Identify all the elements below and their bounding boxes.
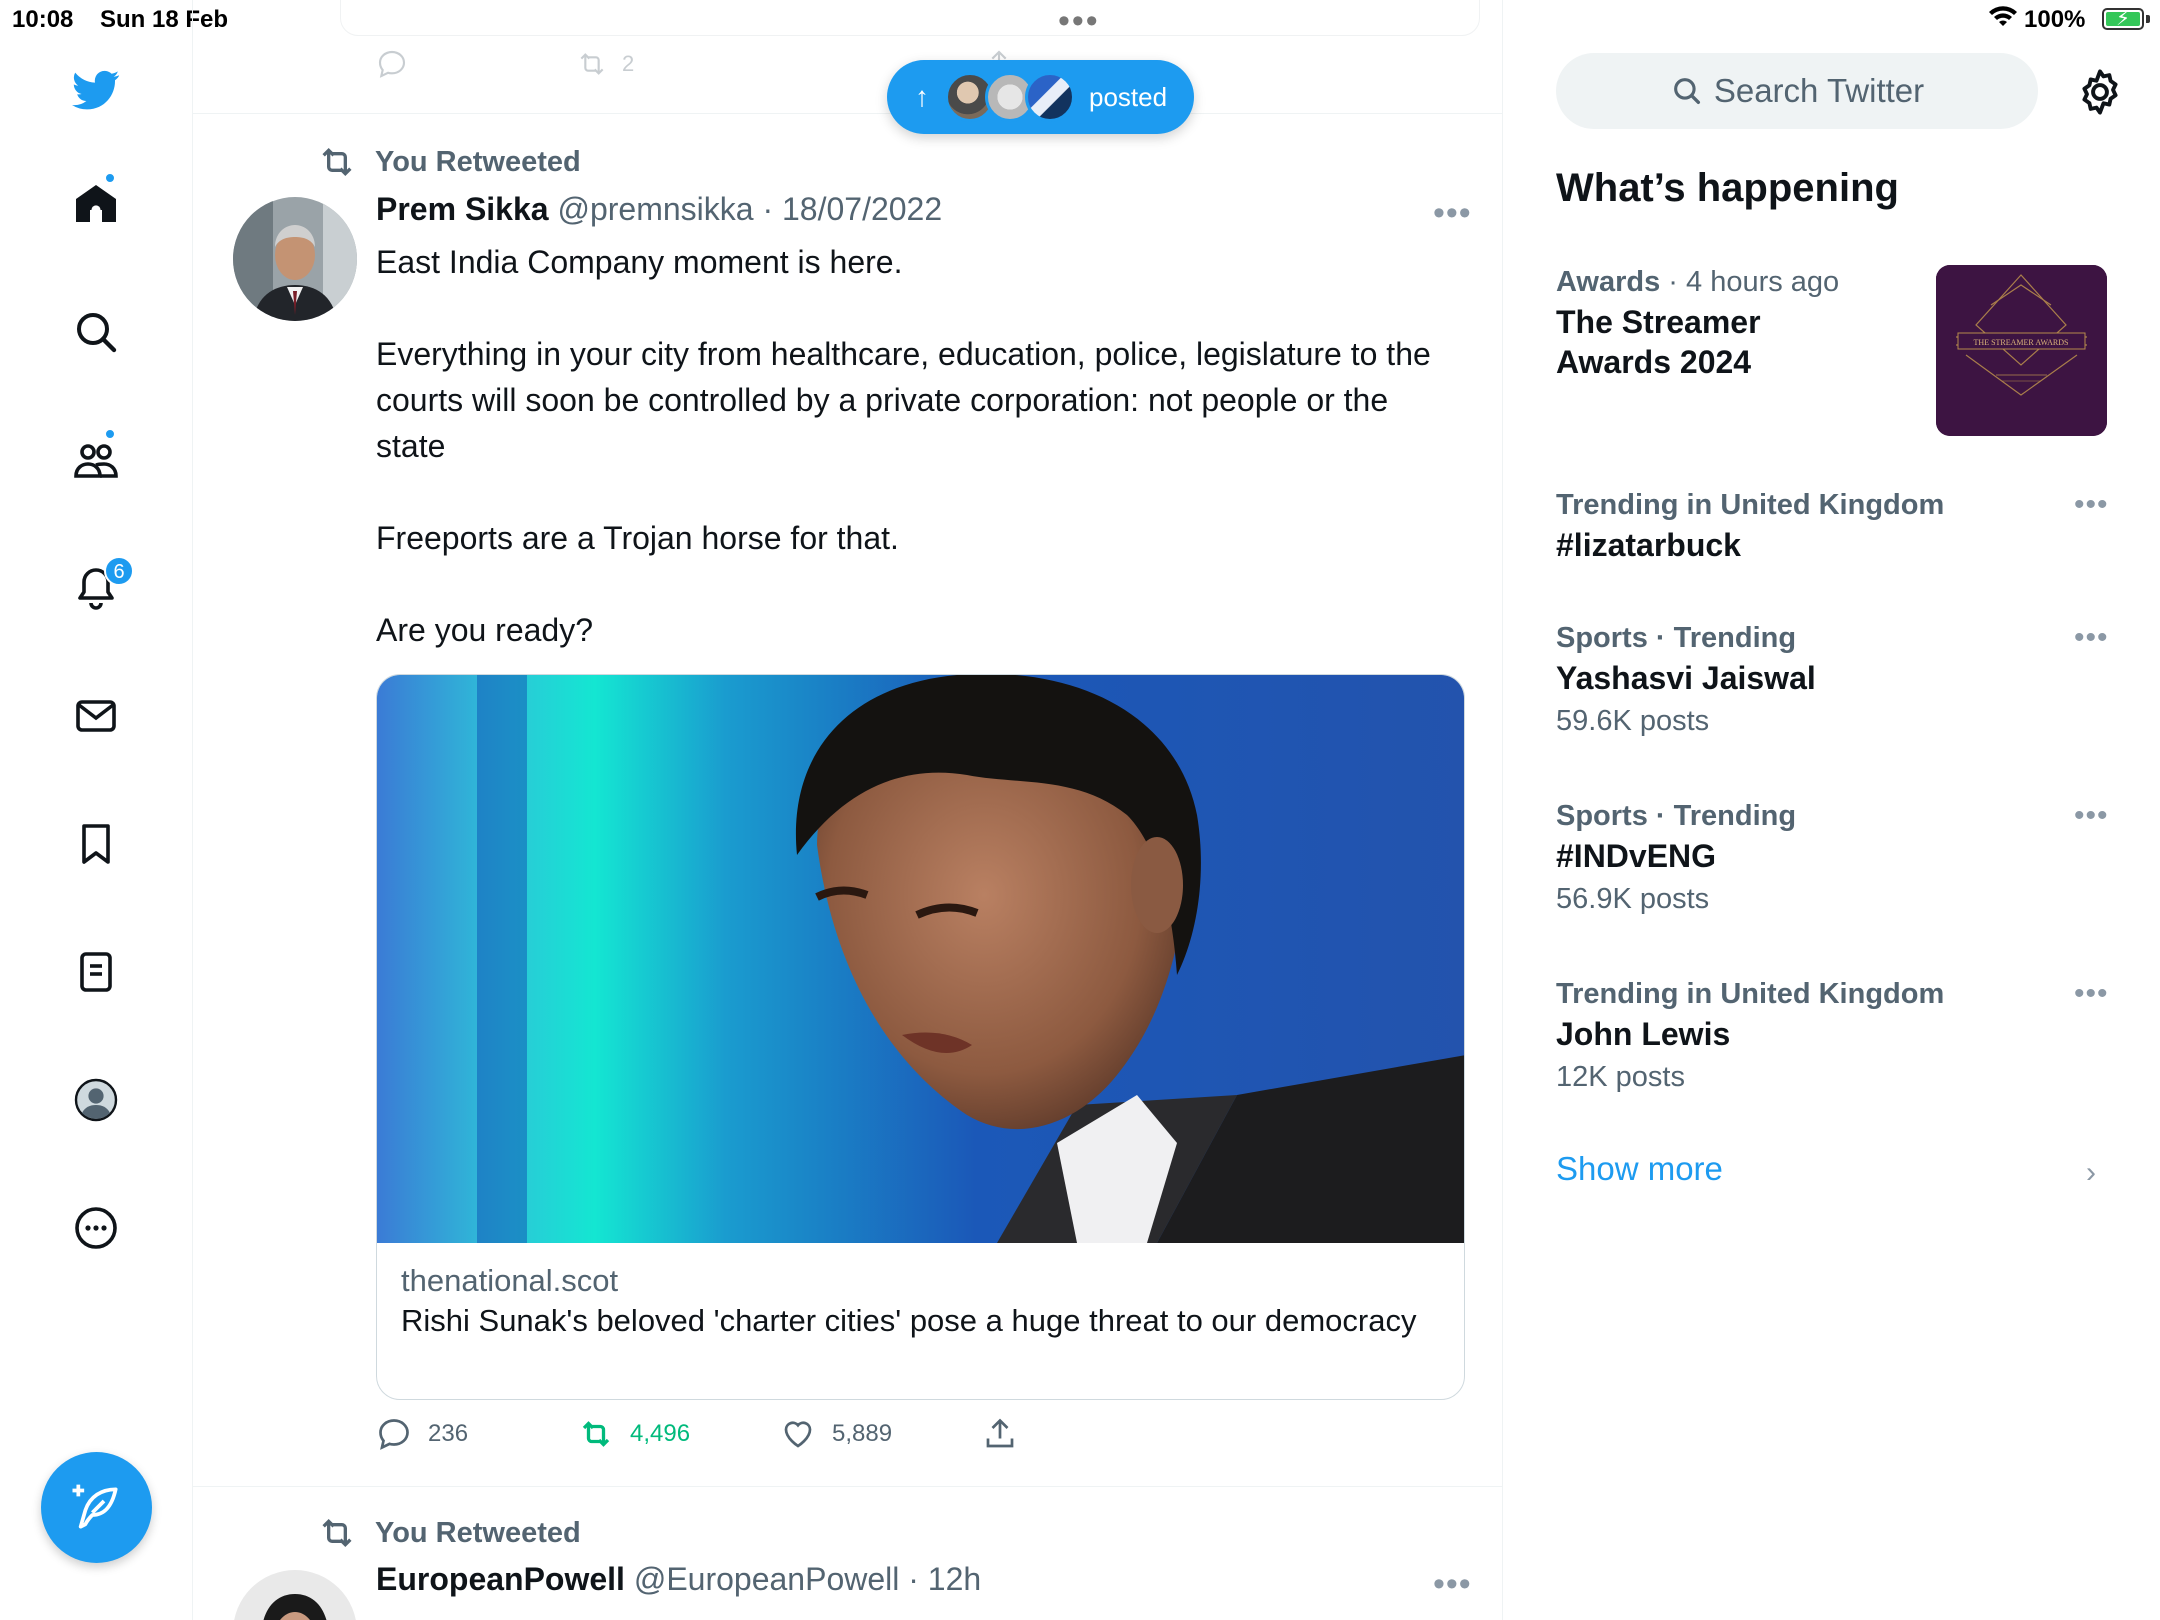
trend-item[interactable]: Trending in United Kingdom John Lewis 12… xyxy=(1556,974,2116,1100)
author-avatar[interactable] xyxy=(233,1570,357,1620)
trend-title: John Lewis xyxy=(1556,1016,1731,1052)
explore-search-icon[interactable] xyxy=(64,300,128,364)
trend-title: Yashasvi Jaiswal xyxy=(1556,660,1816,696)
tweet-more-icon[interactable]: ••• xyxy=(1433,1565,1472,1604)
new-posts-label: posted xyxy=(1089,81,1168,112)
trend-more-icon[interactable]: ••• xyxy=(2074,621,2109,655)
like-count: 5,889 xyxy=(832,1420,893,1447)
trend-more-icon[interactable]: ••• xyxy=(2074,977,2109,1011)
timeline: 2 ↑ posted You Retweeted Prem Sikka @pre… xyxy=(193,0,1503,1620)
separator: · xyxy=(899,1561,928,1597)
tweet-header: Prem Sikka @premnsikka · 18/07/2022 xyxy=(376,191,942,228)
heart-icon xyxy=(784,1421,812,1448)
tweet[interactable]: You Retweeted Prem Sikka @premnsikka · 1… xyxy=(193,114,1502,1487)
arrow-up-icon: ↑ xyxy=(915,81,929,112)
settings-gear-icon[interactable] xyxy=(2074,66,2126,118)
trend-thumbnail-image: THE STREAMER AWARDS xyxy=(1936,265,2107,436)
trend-category: Sports · Trending xyxy=(1556,622,1797,654)
retweet-context: You Retweeted xyxy=(317,1513,581,1553)
thumb-text: THE STREAMER AWARDS xyxy=(1974,338,2069,347)
twitter-logo-icon[interactable] xyxy=(64,58,128,122)
retweet-context-label: You Retweeted xyxy=(375,145,581,178)
link-preview-image xyxy=(377,675,1464,1243)
retweet-context: You Retweeted xyxy=(317,142,581,182)
right-sidebar: Search Twitter What’s happening Awards ·… xyxy=(1504,0,2160,1620)
more-options-icon[interactable] xyxy=(64,1196,128,1260)
search-icon xyxy=(1673,78,1700,105)
link-title: Rishi Sunak's beloved 'charter cities' p… xyxy=(401,1303,1417,1338)
messages-envelope-icon[interactable] xyxy=(64,684,128,748)
link-domain: thenational.scot xyxy=(401,1263,619,1298)
profile-avatar-icon[interactable] xyxy=(64,1068,128,1132)
lists-icon[interactable] xyxy=(64,940,128,1004)
trend-item[interactable]: Sports · Trending #INDvENG 56.9K posts xyxy=(1556,796,2116,922)
tweet-paragraph: Everything in your city from healthcare,… xyxy=(376,336,1431,464)
whats-happening-title: What’s happening xyxy=(1556,166,1899,210)
search-input[interactable]: Search Twitter xyxy=(1556,53,2038,129)
share-icon xyxy=(986,1418,1014,1448)
reply-icon xyxy=(379,1419,409,1450)
tweet-date[interactable]: 18/07/2022 xyxy=(782,191,942,227)
tweet-date[interactable]: 12h xyxy=(928,1561,981,1597)
chevron-right-icon: › xyxy=(2086,1156,2096,1189)
previous-tweet-actions: 2 xyxy=(193,0,1502,114)
retweet-icon xyxy=(582,1421,610,1447)
share-button[interactable] xyxy=(982,1416,1034,1452)
search-placeholder: Search Twitter xyxy=(1713,72,1925,109)
reply-button[interactable]: 236 xyxy=(376,1416,468,1452)
compose-tweet-button[interactable] xyxy=(41,1452,152,1563)
prev-reply-icon[interactable] xyxy=(376,48,408,80)
tweet-paragraph: East India Company moment is here. xyxy=(376,244,903,280)
trend-title: #lizatarbuck xyxy=(1556,527,1741,563)
retweet-context-label: You Retweeted xyxy=(375,1516,581,1549)
trend-post-count: 56.9K posts xyxy=(1556,883,1710,915)
prev-retweet-action[interactable]: 2 xyxy=(576,48,634,80)
author-avatar[interactable] xyxy=(233,197,357,321)
like-button[interactable]: 5,889 xyxy=(780,1416,892,1452)
author-handle[interactable]: @premnsikka xyxy=(557,191,753,227)
author-handle[interactable]: @EuropeanPowell xyxy=(634,1561,900,1597)
trend-category: Sports · Trending xyxy=(1556,800,1797,832)
tweet-header: EuropeanPowell @EuropeanPowell · 12h xyxy=(376,1561,981,1598)
trend-category: Trending in United Kingdom xyxy=(1556,978,1945,1010)
show-more-link[interactable]: Show more xyxy=(1556,1150,1723,1188)
home-icon[interactable] xyxy=(64,172,128,236)
trend-time: 4 hours ago xyxy=(1686,266,1840,298)
reply-count: 236 xyxy=(428,1420,469,1447)
tweet[interactable]: You Retweeted EuropeanPowell @EuropeanPo… xyxy=(193,1487,1502,1620)
retweet-count: 4,496 xyxy=(630,1420,691,1447)
trend-category: Trending in United Kingdom xyxy=(1556,489,1945,521)
tweet-more-icon[interactable]: ••• xyxy=(1433,194,1472,233)
link-preview-card[interactable]: thenational.scot Rishi Sunak's beloved '… xyxy=(376,674,1465,1400)
separator: · xyxy=(753,191,782,227)
trend-post-count: 59.6K posts xyxy=(1556,705,1710,737)
bookmarks-icon[interactable] xyxy=(64,812,128,876)
trend-item[interactable]: Sports · Trending Yashasvi Jaiswal 59.6K… xyxy=(1556,618,2116,744)
trend-title: #INDvENG xyxy=(1556,838,1717,874)
trend-post-count: 12K posts xyxy=(1556,1061,1685,1093)
communities-icon[interactable] xyxy=(64,428,128,492)
retweet-icon xyxy=(322,147,352,177)
link-preview-meta: thenational.scot Rishi Sunak's beloved '… xyxy=(401,1261,1441,1341)
retweet-button[interactable]: 4,496 xyxy=(578,1416,690,1452)
tweet-actions: 236 4,496 5,889 xyxy=(376,1416,1376,1456)
notification-count-badge: 6 xyxy=(104,556,134,586)
trend-more-icon[interactable]: ••• xyxy=(2074,488,2109,522)
compose-feather-icon xyxy=(72,1484,118,1529)
home-unread-dot xyxy=(104,172,116,184)
tweet-paragraph: Are you ready? xyxy=(376,612,594,648)
trend-more-icon[interactable]: ••• xyxy=(2074,799,2109,833)
trend-category: Awards xyxy=(1556,266,1661,298)
author-name[interactable]: EuropeanPowell xyxy=(376,1561,625,1597)
tweet-text: East India Company moment is here. Every… xyxy=(376,239,1456,653)
left-nav: 6 xyxy=(0,0,193,1620)
prev-retweet-count: 2 xyxy=(622,51,635,76)
tweet-paragraph: Freeports are a Trojan horse for that. xyxy=(376,520,899,556)
retweet-icon xyxy=(322,1518,352,1548)
trend-item[interactable]: Trending in United Kingdom #lizatarbuck xyxy=(1556,485,2116,565)
author-name[interactable]: Prem Sikka xyxy=(376,191,549,227)
communities-unread-dot xyxy=(104,428,116,440)
